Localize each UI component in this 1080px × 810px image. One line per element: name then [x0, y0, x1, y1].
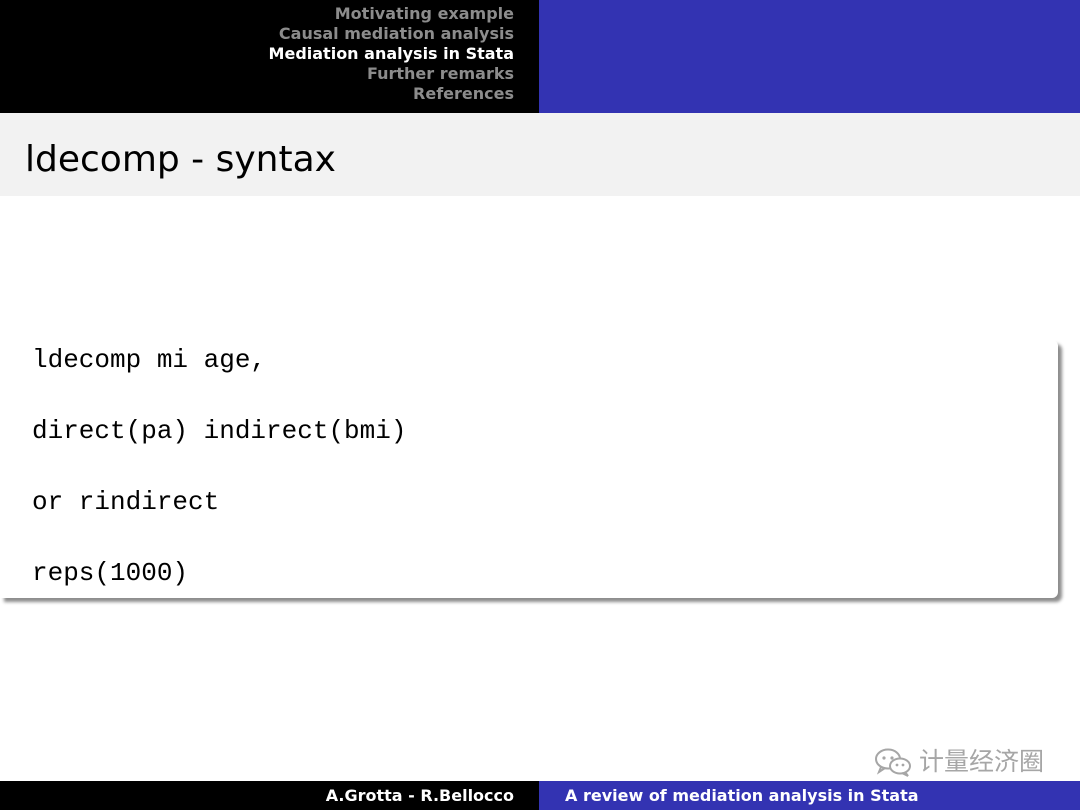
watermark-text: 计量经济圈: [918, 747, 1044, 776]
footer-authors-panel: A.Grotta - R.Bellocco: [0, 781, 539, 810]
code-line: reps(1000): [32, 558, 189, 588]
nav-item-mediation-analysis-in-stata[interactable]: Mediation analysis in Stata: [269, 44, 514, 64]
code-line: direct(pa) indirect(bmi): [32, 416, 407, 446]
footer-title-panel: A review of mediation analysis in Stata: [539, 781, 1080, 810]
nav-item-references[interactable]: References: [269, 84, 514, 104]
section-navigation: Motivating example Causal mediation anal…: [269, 4, 514, 104]
header-nav-panel: Motivating example Causal mediation anal…: [0, 0, 539, 113]
nav-item-further-remarks[interactable]: Further remarks: [269, 64, 514, 84]
code-block: ldecomp mi age, direct(pa) indirect(bmi)…: [0, 340, 1058, 598]
footer-talk-title: A review of mediation analysis in Stata: [565, 786, 919, 805]
slide-title: ldecomp - syntax: [25, 139, 336, 180]
header-blue-panel: [539, 0, 1080, 113]
code-line: or rindirect: [32, 487, 220, 517]
code-line: ldecomp mi age,: [32, 345, 267, 375]
nav-item-causal-mediation-analysis[interactable]: Causal mediation analysis: [269, 24, 514, 44]
footer-authors: A.Grotta - R.Bellocco: [325, 786, 514, 805]
watermark: 计量经济圈: [873, 742, 1044, 782]
nav-item-motivating-example[interactable]: Motivating example: [269, 4, 514, 24]
wechat-icon: [873, 747, 913, 777]
